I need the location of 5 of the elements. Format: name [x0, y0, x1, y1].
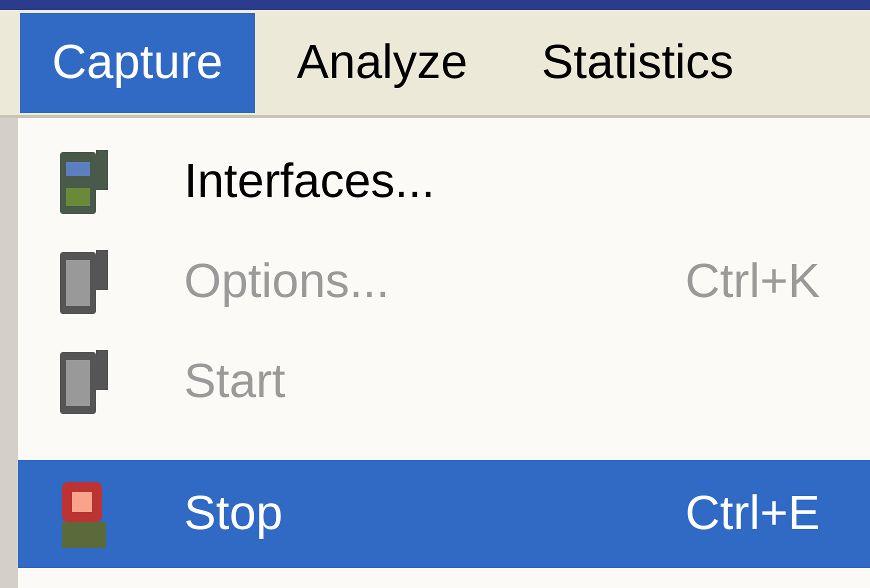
menu-bar-item[interactable]: Statistics	[510, 12, 766, 112]
menu-item[interactable]: Interfaces...	[18, 132, 870, 232]
menu-item[interactable]: Stop Ctrl+E	[18, 460, 870, 568]
menu-bar-item[interactable]: Capture	[20, 12, 255, 112]
menu-bar-item[interactable]: Analyze	[264, 12, 500, 112]
